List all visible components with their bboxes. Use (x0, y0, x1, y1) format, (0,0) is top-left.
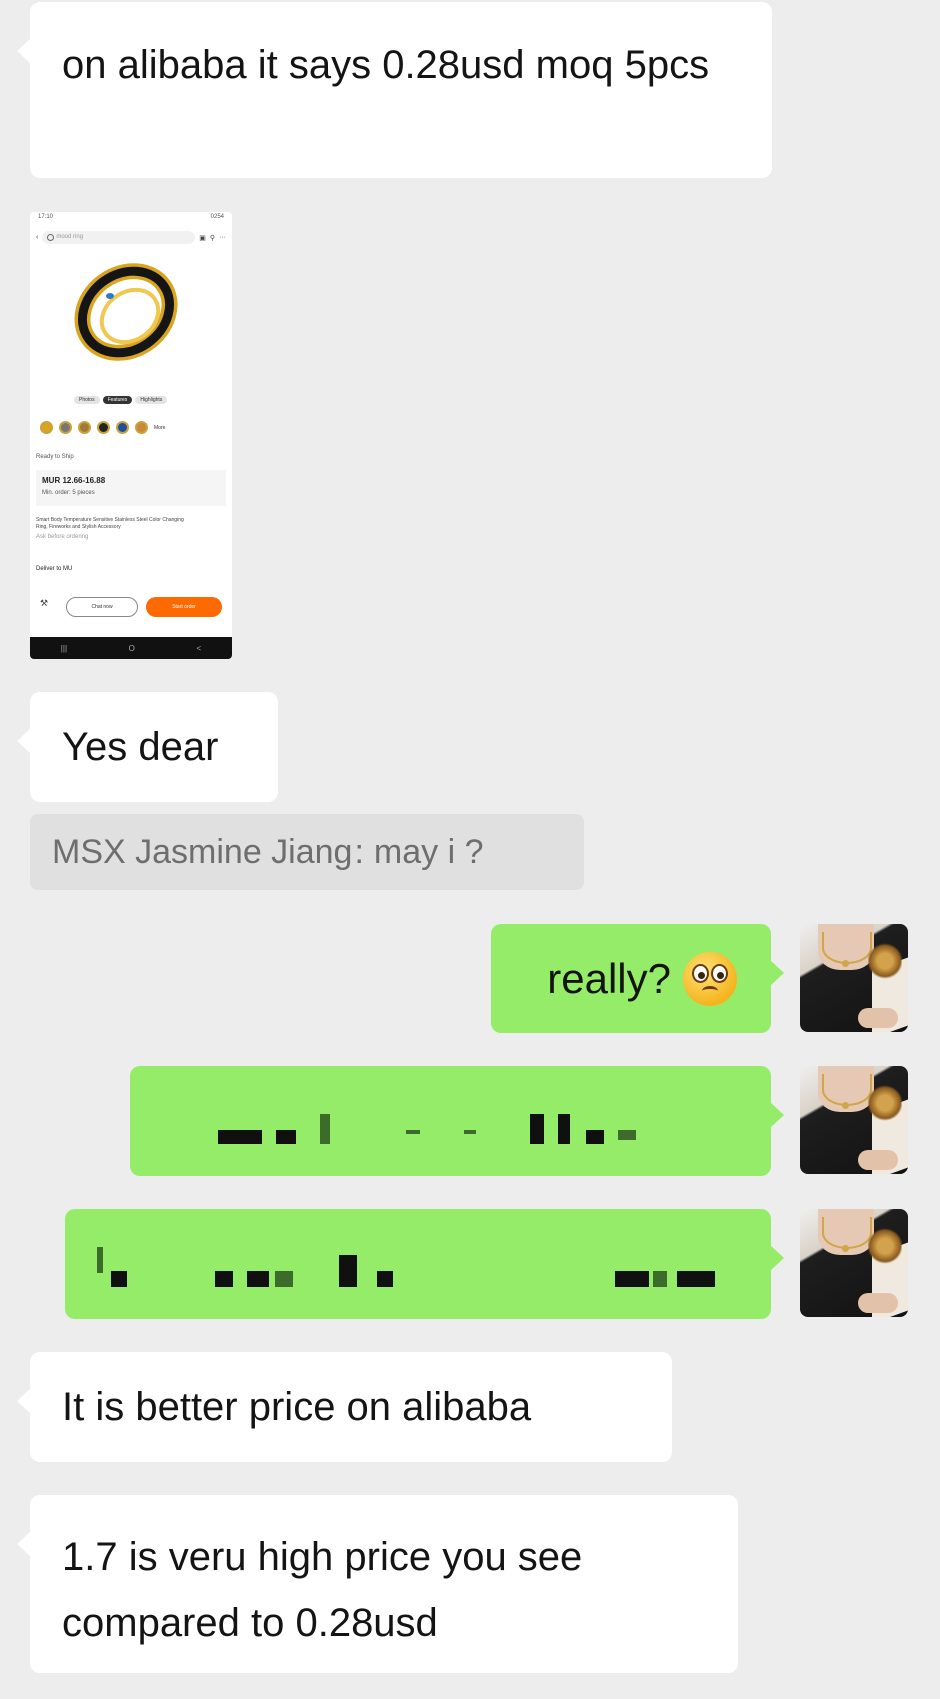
avatar[interactable] (800, 1066, 908, 1174)
back-icon: ‹ (36, 234, 39, 241)
cart-icon: ⚲ (209, 234, 215, 242)
redaction-block (653, 1271, 667, 1287)
chat-conversation: on alibaba it says 0.28usd moq 5pcs 17:1… (0, 0, 940, 1699)
image-message[interactable]: 17:10 0254 ‹ mood ring ▣ ⚲ ··· Photos Fe… (30, 212, 232, 659)
quote-separator: : (354, 833, 364, 871)
home-icon: O (128, 643, 135, 653)
media-tabs: Photos Features Highlights (74, 396, 168, 404)
redaction-block (276, 1130, 296, 1144)
search-input: mood ring (42, 231, 196, 244)
redaction-block (464, 1130, 476, 1134)
quote-text: may i ? (373, 833, 484, 871)
recents-icon: ||| (60, 643, 68, 653)
message-incoming[interactable]: It is better price on alibaba (17, 1352, 672, 1462)
status-bar: 17:10 0254 (30, 212, 232, 229)
swatch (59, 421, 72, 434)
quote-sender: MSX Jasmine Jiang (52, 833, 353, 871)
back-nav-icon: < (196, 643, 202, 653)
redaction-block (111, 1271, 127, 1287)
redaction-block (615, 1271, 649, 1287)
redaction-block (339, 1255, 357, 1287)
redaction-block (677, 1271, 715, 1287)
ring-product-photo (70, 254, 182, 366)
redaction-block (618, 1130, 636, 1140)
message-text: It is better price on alibaba (62, 1385, 532, 1429)
redaction-block (586, 1130, 604, 1144)
swatch (116, 421, 129, 434)
redaction-block (406, 1130, 420, 1134)
redaction-block (215, 1271, 233, 1287)
message-incoming[interactable]: Yes dear (17, 692, 278, 802)
more-icon: ··· (219, 234, 226, 241)
variant-swatches: More (40, 421, 165, 434)
store-icon: ⚒ (40, 598, 49, 608)
message-incoming[interactable]: 1.7 is veru high price you see compared … (17, 1495, 738, 1673)
message-text: 1.7 is veru high price you see compared … (62, 1535, 583, 1645)
redaction-block (320, 1114, 330, 1144)
redaction-block (530, 1114, 544, 1144)
start-order-button: Start order (146, 597, 222, 617)
tab-features: Features (102, 396, 133, 404)
tab-highlights: Highlights (135, 396, 168, 404)
message-outgoing-redacted[interactable] (130, 1066, 784, 1176)
min-order: Min. order: 5 pieces (42, 490, 95, 496)
redaction-block (377, 1271, 393, 1287)
product-title: Smart Body Temperature Sensitive Stainle… (36, 517, 184, 530)
message-text: really? (547, 954, 671, 1002)
share-icon: ▣ (199, 234, 206, 242)
redaction-block (247, 1271, 269, 1287)
tab-photos: Photos (74, 396, 100, 404)
message-text: Yes dear (62, 725, 219, 769)
price: MUR 12.66-16.88 (42, 476, 106, 485)
redaction-block (558, 1114, 570, 1144)
status-time: 17:10 (38, 214, 54, 220)
message-incoming[interactable]: on alibaba it says 0.28usd moq 5pcs (17, 2, 772, 178)
swatch (135, 421, 148, 434)
swatch (97, 421, 110, 434)
flushed-face-emoji-icon (683, 951, 737, 1006)
deliver-to: Deliver to MU (36, 566, 73, 572)
more-link: More (154, 424, 166, 431)
redaction-block (275, 1271, 293, 1287)
redaction-block (218, 1130, 262, 1144)
avatar[interactable] (800, 924, 908, 1032)
android-nav-bar: ||| O < (30, 637, 232, 659)
message-text: on alibaba it says 0.28usd moq 5pcs (62, 43, 710, 87)
ready-to-ship: Ready to Ship (36, 454, 74, 460)
avatar[interactable] (800, 1209, 908, 1317)
redaction-block (97, 1247, 103, 1273)
swatch (78, 421, 91, 434)
status-right: 0254 (210, 214, 224, 220)
chat-now-button: Chat now (66, 597, 138, 617)
message-outgoing-redacted[interactable] (65, 1209, 784, 1319)
message-outgoing[interactable]: really? (491, 924, 784, 1033)
search-row: ‹ mood ring ▣ ⚲ ··· (30, 229, 232, 246)
sold-note: Ask before ordering (36, 534, 89, 540)
quoted-message[interactable]: MSX Jasmine Jiang: may i ? (30, 814, 584, 890)
swatch (40, 421, 53, 434)
